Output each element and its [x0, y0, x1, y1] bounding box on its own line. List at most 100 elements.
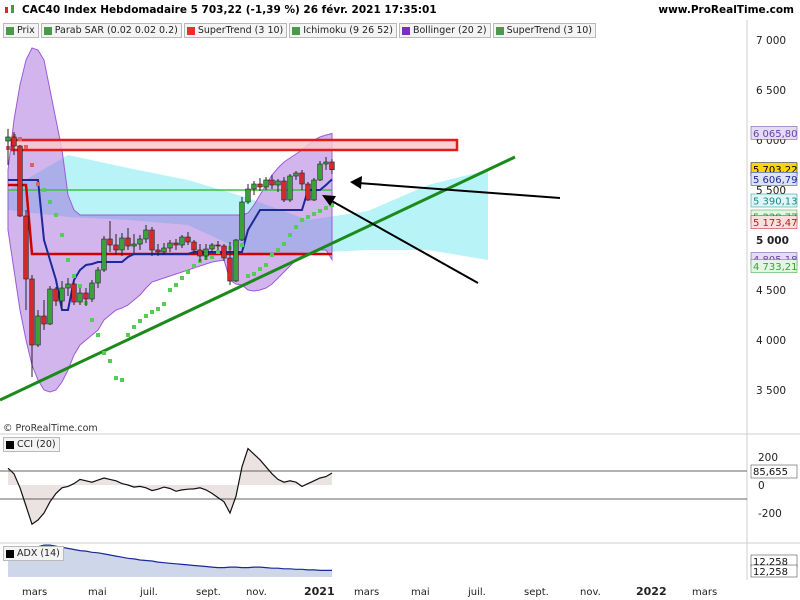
- cloud-area: [8, 155, 488, 260]
- price-tick-label: 7 000: [756, 35, 786, 47]
- sar-dot: [126, 333, 130, 337]
- candle-body: [305, 183, 311, 201]
- cci-tick-label: -200: [758, 508, 782, 520]
- legend-item-price[interactable]: Prix: [3, 23, 39, 38]
- sar-dot: [246, 274, 250, 278]
- kijun-line: [8, 178, 333, 311]
- candle-body: [149, 229, 155, 251]
- price-tag-label: 5 173,47: [753, 218, 798, 229]
- supertrend-red-line: [8, 183, 332, 256]
- price-tag-box: [750, 215, 798, 229]
- price-tick-label: 5 500: [756, 185, 786, 197]
- price-tag-label: 5 606,79: [753, 175, 798, 186]
- candle-body: [299, 172, 305, 185]
- cci-tick-label: 0: [758, 480, 765, 492]
- ichimoku-cloud: [8, 155, 488, 260]
- sar-dot: [162, 302, 166, 306]
- candle-body: [65, 283, 71, 289]
- adx-panel: 12,25812,258: [7, 544, 798, 578]
- indicator-legend: Prix Parab SAR (0.02 0.02 0.2) SuperTren…: [3, 23, 596, 38]
- sar-dot: [180, 276, 184, 280]
- candle-body: [269, 179, 275, 186]
- legend-item-parab-sar[interactable]: Parab SAR (0.02 0.02 0.2): [40, 23, 182, 38]
- candle-body: [293, 172, 299, 177]
- candle-body: [323, 161, 329, 165]
- sar-dot: [264, 263, 268, 267]
- price-tick-label: 6 000: [756, 135, 786, 147]
- candle-body: [47, 288, 53, 325]
- legend-item-supertrend-green[interactable]: SuperTrend (3 10): [492, 23, 596, 38]
- sar-dot: [102, 351, 106, 355]
- candle-body: [89, 282, 95, 300]
- cci-tag-label: 85,655: [753, 467, 788, 478]
- sar-dot: [132, 325, 136, 329]
- adx-label[interactable]: ADX (14): [3, 546, 64, 561]
- arrow-line: [329, 199, 479, 284]
- candle-body: [53, 288, 59, 302]
- candle-body: [227, 257, 233, 282]
- candle-body: [245, 188, 251, 203]
- price-tick-label: 3 500: [756, 385, 786, 397]
- time-tick-label: nov.: [246, 587, 267, 598]
- price-tag-box: [750, 126, 798, 140]
- candle-body: [209, 244, 215, 250]
- sar-dot: [258, 267, 262, 271]
- price-tag-label: 6 065,80: [753, 129, 798, 140]
- sar-dot: [48, 200, 52, 204]
- price-tags: 6 065,80 5 703,225 606,79 5 390,13 5 229,77…: [750, 126, 798, 273]
- price-tag-box: [750, 172, 798, 186]
- candle-body: [275, 180, 281, 186]
- sar-dot: [240, 243, 244, 247]
- price-tick-label: 6 500: [756, 85, 786, 97]
- cci-label[interactable]: CCI (20): [3, 437, 60, 452]
- time-tick-label: sept.: [196, 587, 221, 598]
- candle-body: [131, 243, 137, 247]
- sar-dot: [138, 319, 142, 323]
- sar-dot: [66, 258, 70, 262]
- sar-dot: [234, 245, 238, 249]
- parabolic-sar-dots: [6, 134, 334, 382]
- site-link[interactable]: www.ProRealTime.com: [658, 4, 794, 16]
- candle-body: [41, 315, 47, 325]
- price-tag-label: 4 733,21: [753, 262, 798, 273]
- sar-dot: [318, 209, 322, 213]
- sar-dot: [204, 256, 208, 260]
- legend-item-bollinger[interactable]: Bollinger (20 2): [398, 23, 491, 38]
- price-tag-label: 5 229,77: [753, 213, 798, 224]
- sar-dot: [60, 233, 64, 237]
- legend-item-supertrend-red[interactable]: SuperTrend (3 10): [183, 23, 288, 38]
- candle-body: [311, 179, 317, 201]
- candle-body: [221, 245, 227, 259]
- candle-body: [77, 292, 83, 303]
- annotation-arrows: [322, 176, 561, 284]
- legend-item-ichimoku[interactable]: Ichimoku (9 26 52): [289, 23, 397, 38]
- candle-body: [71, 283, 77, 303]
- candle-body: [239, 201, 245, 241]
- sar-dot: [168, 288, 172, 292]
- candle-body: [95, 269, 101, 284]
- time-tick-label: mars: [692, 587, 717, 598]
- adx-tag-label: 12,258: [753, 567, 788, 578]
- indicator-lines: [0, 155, 516, 402]
- copyright-text: © ProRealTime.com: [3, 423, 98, 434]
- candle-body: [191, 241, 197, 251]
- sar-dot: [144, 314, 148, 318]
- resistance-zone: [10, 138, 459, 152]
- price-tag-label: 5 390,13: [753, 197, 798, 208]
- cci-line: [7, 447, 333, 526]
- cci-tick-label: 200: [758, 452, 778, 464]
- price-tag-box: [750, 259, 798, 273]
- legend-swatch-icon: [6, 26, 14, 35]
- trend-line: [0, 155, 516, 402]
- price-chart[interactable]: 7 000 6 500 6 000 5 500 5 000 4 500 4 000 3 500…: [0, 0, 800, 600]
- time-tick-label: mars: [354, 587, 379, 598]
- price-axis: 7 000 6 500 6 000 5 500 5 000 4 500 4 000 3 500: [756, 35, 789, 397]
- sar-dot: [312, 212, 316, 216]
- sar-dot: [306, 215, 310, 219]
- candle-body: [5, 136, 11, 142]
- price-tag-box: [750, 162, 798, 176]
- time-tick-label: mai: [88, 587, 107, 598]
- cci-tag-box: [750, 464, 798, 479]
- sar-dot: [324, 206, 328, 210]
- sar-dot: [54, 213, 58, 217]
